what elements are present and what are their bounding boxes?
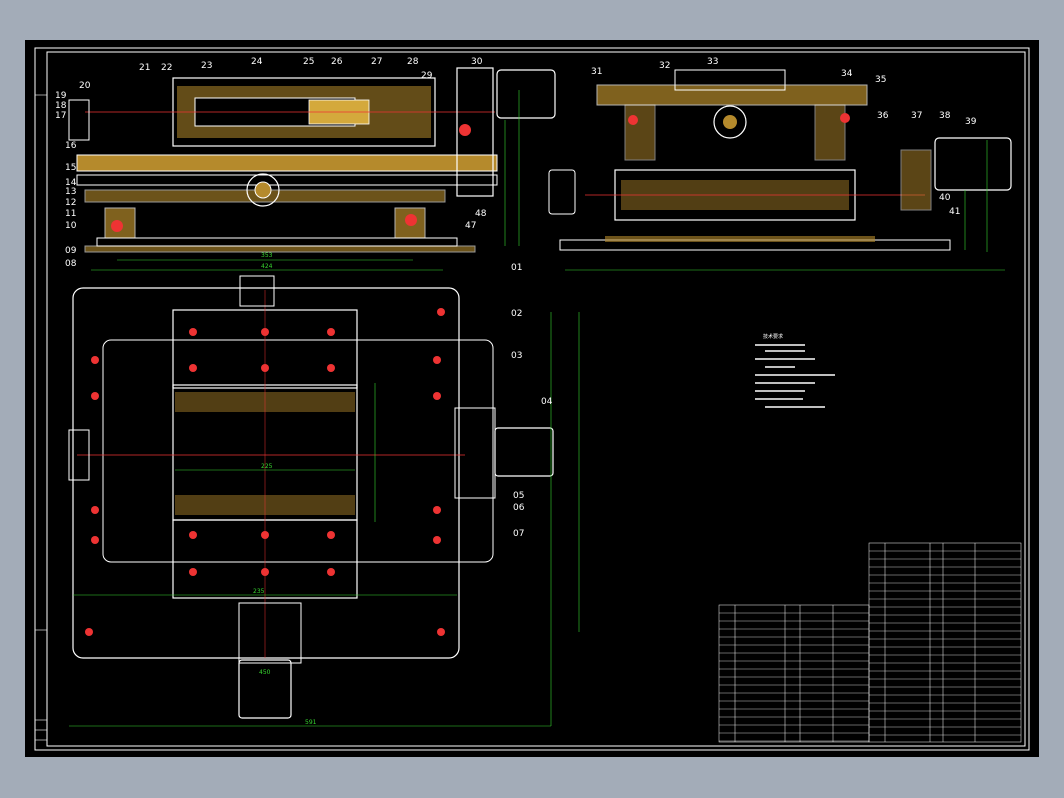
plan-view: 225 235 450 591 [68, 275, 580, 727]
label-38: 38 [939, 111, 951, 121]
label-15: 15 [65, 163, 76, 173]
tech-req-title: 技术要求 [763, 333, 783, 340]
left-margin-strip [35, 94, 47, 741]
technical-requirements: 技术要求 [755, 333, 835, 408]
part-labels-plan: 01 02 03 04 05 06 07 [511, 263, 553, 539]
label-24: 24 [251, 57, 263, 67]
label-01: 01 [511, 263, 522, 273]
label-34: 34 [841, 69, 853, 79]
drawing-svg: 353 424 225 235 450 591 19 18 17 16 15 1… [34, 47, 1030, 751]
label-10: 10 [65, 221, 77, 231]
side-view [548, 69, 1012, 271]
label-28: 28 [407, 57, 419, 67]
label-39: 39 [965, 117, 977, 127]
label-27: 27 [371, 57, 382, 67]
label-35: 35 [875, 75, 886, 85]
label-06: 06 [513, 503, 525, 513]
label-48: 48 [475, 209, 487, 219]
dim-591: 591 [305, 719, 317, 726]
label-33: 33 [707, 57, 718, 67]
label-08: 08 [65, 259, 77, 269]
label-36: 36 [877, 111, 889, 121]
label-40: 40 [939, 193, 951, 203]
label-17: 17 [55, 111, 66, 121]
label-07: 07 [513, 529, 524, 539]
label-47: 47 [465, 221, 476, 231]
label-31: 31 [591, 67, 602, 77]
label-19: 19 [55, 91, 67, 101]
label-37: 37 [911, 111, 922, 121]
label-04: 04 [541, 397, 553, 407]
svg-text:424: 424 [261, 263, 273, 270]
dim-225: 225 [261, 463, 273, 470]
label-20: 20 [79, 81, 91, 91]
label-03: 03 [511, 351, 522, 361]
part-labels-top: 20 21 22 23 24 25 26 27 28 29 30 [79, 57, 483, 91]
label-05: 05 [513, 491, 524, 501]
dim-235: 235 [253, 588, 265, 595]
label-13: 13 [65, 187, 76, 197]
label-25: 25 [303, 57, 314, 67]
parts-list-table [718, 542, 1022, 743]
label-23: 23 [201, 61, 212, 71]
label-22: 22 [161, 63, 172, 73]
label-18: 18 [55, 101, 67, 111]
label-21: 21 [139, 63, 150, 73]
label-26: 26 [331, 57, 343, 67]
label-41: 41 [949, 207, 960, 217]
label-11: 11 [65, 209, 76, 219]
part-labels-left: 19 18 17 16 15 14 13 12 11 10 09 08 [55, 91, 77, 269]
label-12: 12 [65, 198, 76, 208]
label-29: 29 [421, 71, 433, 81]
label-02: 02 [511, 309, 522, 319]
parts-list-rows [719, 550, 1021, 742]
svg-text:353: 353 [261, 252, 273, 259]
cad-drawing-sheet: 353 424 225 235 450 591 19 18 17 16 15 1… [25, 40, 1039, 757]
label-16: 16 [65, 141, 77, 151]
dim-450: 450 [259, 669, 271, 676]
label-32: 32 [659, 61, 670, 71]
label-30: 30 [471, 57, 483, 67]
label-09: 09 [65, 246, 77, 256]
front-section-view: 353 424 [68, 67, 556, 271]
